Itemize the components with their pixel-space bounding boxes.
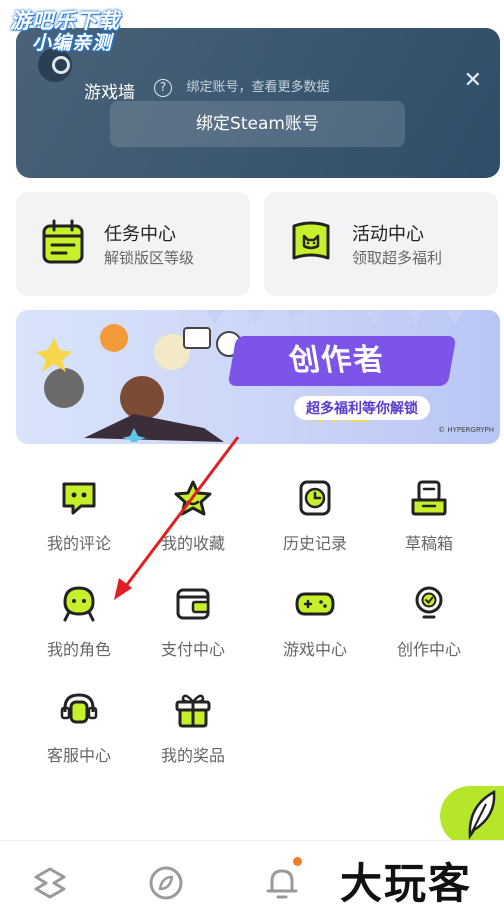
grid-item-history[interactable]: 历史记录 xyxy=(258,478,372,554)
grid-item-my-character[interactable]: 我的角色 xyxy=(22,584,136,660)
calendar-icon xyxy=(42,219,84,264)
grid-label: 历史记录 xyxy=(282,534,347,553)
grid-item-creator-center[interactable]: 创作中心 xyxy=(372,584,486,660)
grid-item-my-comments[interactable]: 我的评论 xyxy=(22,478,136,554)
watermark: 游吧乐下载 小编亲测 xyxy=(10,9,120,55)
grid-label: 我的收藏 xyxy=(160,534,225,553)
bulb-icon xyxy=(415,586,443,619)
grid-item-drafts[interactable]: 草稿箱 xyxy=(372,478,486,554)
watermark-line2: 小编亲测 xyxy=(32,32,113,55)
home-icon[interactable] xyxy=(30,863,70,903)
star-icon xyxy=(174,480,212,516)
task-center-card[interactable]: 任务中心 解锁版区等级 xyxy=(16,192,250,296)
character-icon xyxy=(63,586,95,622)
grid-label: 客服中心 xyxy=(46,746,111,765)
grid-label: 我的奖品 xyxy=(160,746,225,765)
grid-label: 我的角色 xyxy=(46,640,111,659)
grid-item-game-center[interactable]: 游戏中心 xyxy=(258,584,372,660)
grid-item-my-prizes[interactable]: 我的奖品 xyxy=(136,690,250,766)
compass-icon[interactable] xyxy=(146,863,186,903)
history-icon xyxy=(299,480,331,516)
grid-item-payment-center[interactable]: 支付中心 xyxy=(136,584,250,660)
flag-icon xyxy=(292,221,330,260)
gamepad-icon xyxy=(295,592,335,616)
grid-item-customer-service[interactable]: 客服中心 xyxy=(22,690,136,766)
bind-steam-button[interactable]: 绑定Steam账号 xyxy=(110,101,405,147)
comment-icon xyxy=(62,482,96,515)
creator-certification-banner[interactable]: 创作者认证 超多福利等你解锁 © HYPERGRYPH xyxy=(16,310,500,444)
gift-icon xyxy=(175,694,211,728)
banner-headline-part1: 创作者 xyxy=(286,343,389,378)
task-center-subtitle: 解锁版区等级 xyxy=(104,249,195,267)
bell-icon[interactable] xyxy=(262,863,302,903)
notification-dot xyxy=(293,857,302,866)
brand-logo-text: 大玩客 xyxy=(340,859,473,908)
banner-headline: 创作者认证 xyxy=(227,336,457,428)
grid-label: 支付中心 xyxy=(160,640,225,659)
grid-label: 草稿箱 xyxy=(404,534,453,553)
grid-label: 我的评论 xyxy=(46,534,111,553)
headset-icon xyxy=(60,693,98,724)
event-center-card[interactable]: 活动中心 领取超多福利 xyxy=(264,192,498,296)
banner-copyright: © HYPERGRYPH xyxy=(438,426,494,434)
watermark-line1: 游吧乐下载 xyxy=(10,9,120,33)
anime-characters-illustration xyxy=(36,324,242,442)
bind-subtitle: 绑定账号，查看更多数据 xyxy=(186,80,330,95)
grid-label: 创作中心 xyxy=(396,640,461,659)
banner-subtitle: 超多福利等你解锁 xyxy=(294,396,430,420)
grid-item-my-favorites[interactable]: 我的收藏 xyxy=(136,478,250,554)
event-center-title: 活动中心 xyxy=(352,224,424,245)
event-center-subtitle: 领取超多福利 xyxy=(352,249,443,267)
brand-leaf-badge xyxy=(440,786,504,846)
task-center-title: 任务中心 xyxy=(104,224,176,245)
drafts-icon xyxy=(411,480,447,516)
grid-label: 游戏中心 xyxy=(282,640,347,659)
wallet-icon xyxy=(176,588,210,620)
